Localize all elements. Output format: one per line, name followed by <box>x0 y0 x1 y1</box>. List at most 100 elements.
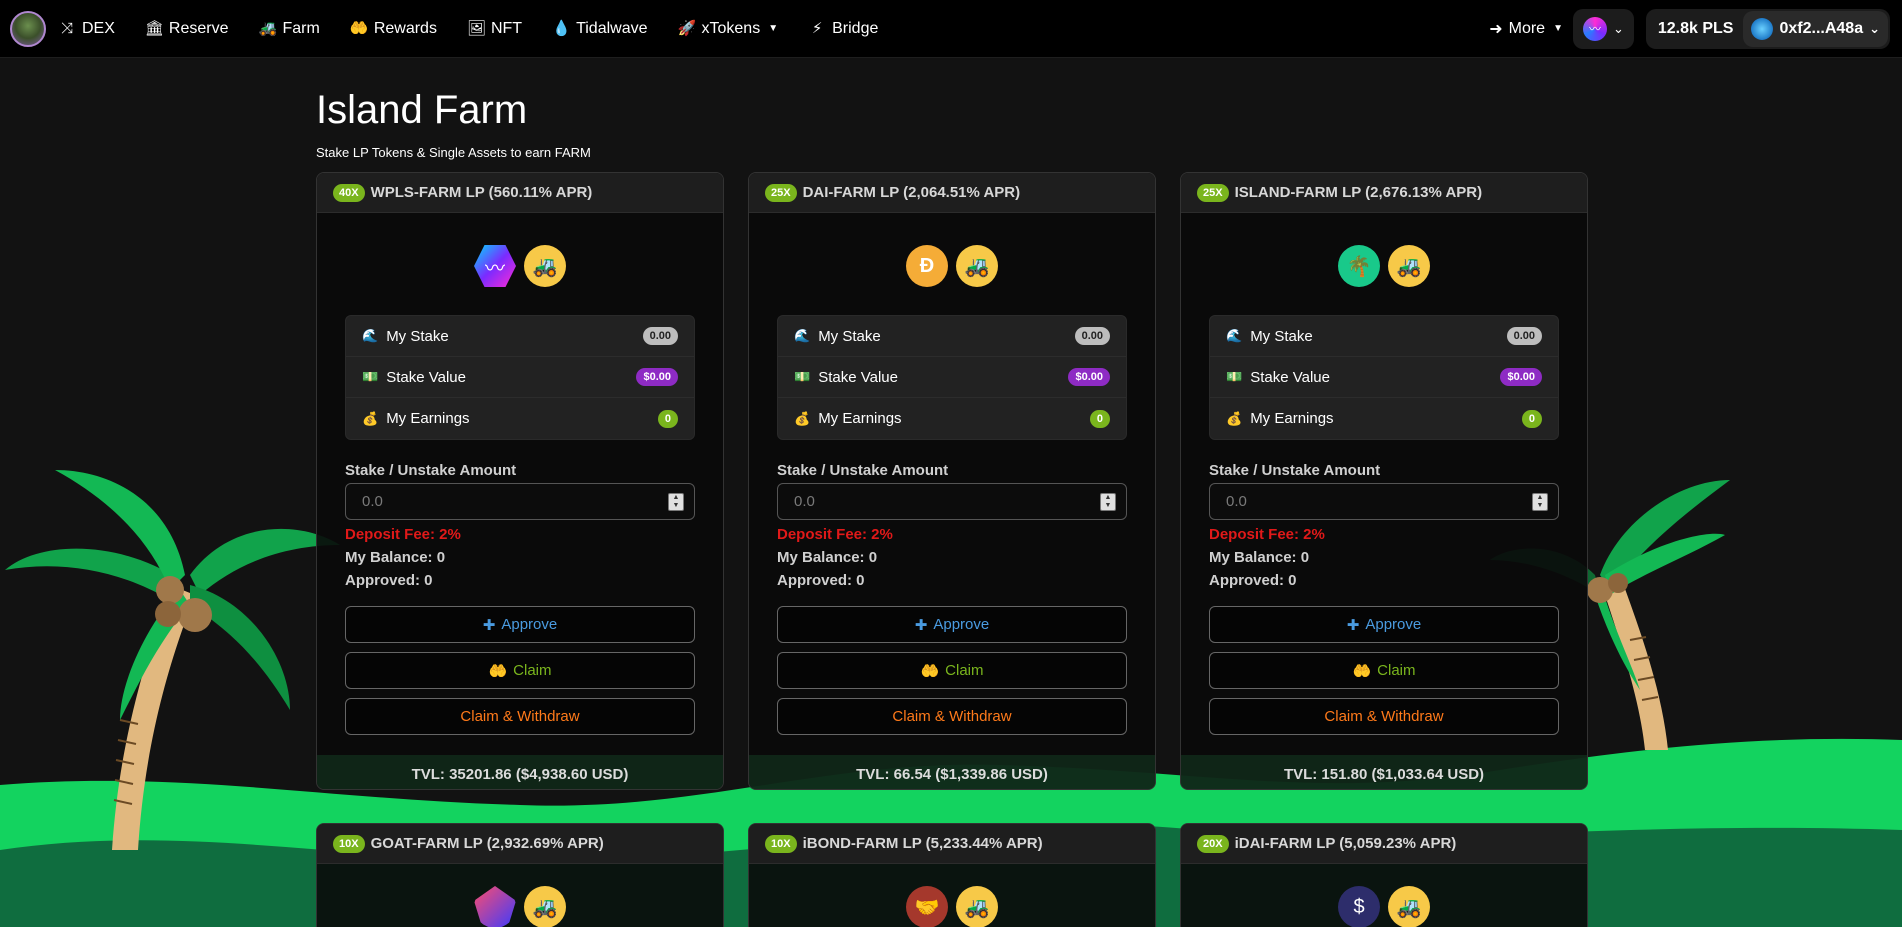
nav-dex-label: DEX <box>82 19 115 37</box>
claim-withdraw-button[interactable]: Claim & Withdraw <box>345 698 695 735</box>
deposit-fee: Deposit Fee: 2% <box>777 526 893 543</box>
token-pair: 🤝 🚜 <box>749 886 1155 927</box>
plus-icon: ✚ <box>914 616 928 634</box>
token-pair: $ 🚜 <box>1181 886 1587 927</box>
wave-icon: 🌊 <box>362 328 379 343</box>
claim-button[interactable]: 🤲 Claim <box>1209 652 1559 689</box>
approve-button[interactable]: ✚ Approve <box>1209 606 1559 643</box>
stake-value-row: 💵 Stake Value $0.00 <box>346 357 694 398</box>
farm-card-header: 25X ISLAND-FARM LP (2,676.13% APR) <box>1181 173 1587 213</box>
approve-button[interactable]: ✚ Approve <box>777 606 1127 643</box>
top-navbar: ⤨ DEX 🏛 Reserve 🚜 Farm 🤲 Rewards 🖼 NFT 💧… <box>0 0 1902 58</box>
claim-button[interactable]: 🤲 Claim <box>777 652 1127 689</box>
chevron-down-icon: ⌄ <box>1612 20 1624 36</box>
farm-name: iDAI-FARM LP (5,059.23% APR) <box>1234 835 1457 852</box>
bank-icon: 🏛 <box>144 20 164 37</box>
stake-stats: 🌊 My Stake 0.00 💵 Stake Value $0.00 💰 My… <box>777 315 1127 440</box>
farm-card-header: 40X WPLS-FARM LP (560.11% APR) <box>317 173 723 213</box>
hand-coin-icon: 🤲 <box>488 662 508 680</box>
my-balance: My Balance: 0 <box>345 549 446 566</box>
approved-amount: Approved: 0 <box>777 572 865 589</box>
nav-bridge[interactable]: ⚡ Bridge <box>808 19 879 38</box>
approve-button[interactable]: ✚ Approve <box>345 606 695 643</box>
claim-button[interactable]: 🤲 Claim <box>345 652 695 689</box>
stake-value-label: Stake Value <box>386 368 466 386</box>
farm-card-header: 20X iDAI-FARM LP (5,059.23% APR) <box>1181 824 1587 864</box>
nav-xtokens[interactable]: 🚀 xTokens ▼ <box>678 20 779 38</box>
stake-amount-input[interactable]: 0.0 ▲ ▼ <box>1209 483 1559 520</box>
deposit-fee: Deposit Fee: 2% <box>345 526 461 543</box>
nav-nft[interactable]: 🖼 NFT <box>467 20 522 38</box>
farm-token-icon: 🚜 <box>524 245 566 287</box>
my-stake-value: 0.00 <box>1506 327 1542 345</box>
claim-label: Claim <box>1377 662 1416 679</box>
my-stake-value: 0.00 <box>1074 327 1110 345</box>
money-bag-icon: 💰 <box>362 410 379 426</box>
my-stake-label: My Stake <box>1250 327 1313 345</box>
farm-card-goat: 10X GOAT-FARM LP (2,932.69% APR) 🚜 <box>316 823 724 927</box>
wallet-address-button[interactable]: 0xf2...A48a ⌄ <box>1743 10 1888 47</box>
my-earnings-label: My Earnings <box>818 410 902 427</box>
farm-name: DAI-FARM LP (2,064.51% APR) <box>802 184 1021 201</box>
farm-card-idai: 20X iDAI-FARM LP (5,059.23% APR) $ 🚜 <box>1180 823 1588 927</box>
number-spinner[interactable]: ▲ ▼ <box>1532 492 1548 511</box>
wallet-box: 12.8k PLS 0xf2...A48a ⌄ <box>1645 8 1890 49</box>
nav-farm[interactable]: 🚜 Farm <box>258 20 319 38</box>
tvl-footer: TVL: 66.54 ($1,339.86 USD) <box>749 755 1155 789</box>
token-pair: 🚜 <box>317 886 723 927</box>
amount-placeholder: 0.0 <box>362 493 383 510</box>
farm-card-header: 25X DAI-FARM LP (2,064.51% APR) <box>749 173 1155 213</box>
stake-value-row: 💵 Stake Value $0.00 <box>1210 357 1558 398</box>
nav-farm-label: Farm <box>282 19 320 37</box>
multiplier-badge: 10X <box>333 834 365 853</box>
amount-placeholder: 0.0 <box>1226 493 1247 510</box>
caret-down-icon: ▼ <box>1553 23 1563 34</box>
my-stake-label: My Stake <box>818 327 881 345</box>
multiplier-badge: 25X <box>765 183 797 202</box>
nav-tidalwave-label: Tidalwave <box>576 19 648 37</box>
claim-withdraw-button[interactable]: Claim & Withdraw <box>1209 698 1559 735</box>
page-subtitle: Stake LP Tokens & Single Assets to earn … <box>316 145 591 160</box>
money-icon: 💵 <box>362 369 379 384</box>
number-spinner[interactable]: ▲ ▼ <box>668 492 684 511</box>
shuffle-icon: ⤨ <box>60 20 73 37</box>
island-token-icon: 🌴 <box>1338 245 1380 287</box>
farm-name: iBOND-FARM LP (5,233.44% APR) <box>802 835 1043 852</box>
nav-reserve[interactable]: 🏛 Reserve <box>145 20 229 38</box>
nav-rewards[interactable]: 🤲 Rewards <box>350 20 437 38</box>
farm-token-icon: 🚜 <box>956 886 998 927</box>
plus-icon: ✚ <box>1346 616 1360 634</box>
island-logo[interactable] <box>10 10 46 47</box>
hand-coin-icon: 🤲 <box>920 662 940 680</box>
claim-withdraw-button[interactable]: Claim & Withdraw <box>777 698 1127 735</box>
stake-value-value: $0.00 <box>1500 368 1542 386</box>
token-pair: 〰 🚜 <box>317 245 723 287</box>
arrow-right-icon: ➜ <box>1489 20 1503 38</box>
stake-amount-input[interactable]: 0.0 ▲ ▼ <box>777 483 1127 520</box>
my-stake-row: 🌊 My Stake 0.00 <box>1210 316 1558 357</box>
claim-withdraw-label: Claim & Withdraw <box>1324 708 1444 725</box>
caret-down-icon: ▼ <box>768 23 779 34</box>
wave-icon: 🌊 <box>794 328 811 343</box>
goat-token-icon <box>474 886 516 927</box>
farm-card-dai: 25X DAI-FARM LP (2,064.51% APR) Đ 🚜 🌊 My… <box>748 172 1156 790</box>
farm-card-header: 10X GOAT-FARM LP (2,932.69% APR) <box>317 824 723 864</box>
stake-amount-input[interactable]: 0.0 ▲ ▼ <box>345 483 695 520</box>
droplet-icon: 💧 <box>552 20 571 37</box>
my-earnings-value: 0 <box>1089 409 1110 428</box>
stake-value-label: Stake Value <box>818 368 898 386</box>
amount-placeholder: 0.0 <box>794 493 815 510</box>
approved-amount: Approved: 0 <box>1209 572 1297 589</box>
chain-selector[interactable]: 〰 ⌄ <box>1572 8 1634 49</box>
more-menu-button[interactable]: ➜ More ▼ <box>1489 19 1563 39</box>
nav-dex[interactable]: ⤨ DEX <box>58 20 115 38</box>
nav-bridge-label: Bridge <box>832 19 879 37</box>
multiplier-badge: 40X <box>333 183 365 202</box>
number-spinner[interactable]: ▲ ▼ <box>1100 492 1116 511</box>
approve-label: Approve <box>1365 616 1422 633</box>
claim-label: Claim <box>945 662 984 679</box>
nav-tidalwave[interactable]: 💧 Tidalwave <box>552 20 647 38</box>
farm-name: ISLAND-FARM LP (2,676.13% APR) <box>1234 184 1483 201</box>
my-earnings-row: 💰 My Earnings 0 <box>1210 398 1558 439</box>
image-icon: 🖼 <box>466 20 486 37</box>
